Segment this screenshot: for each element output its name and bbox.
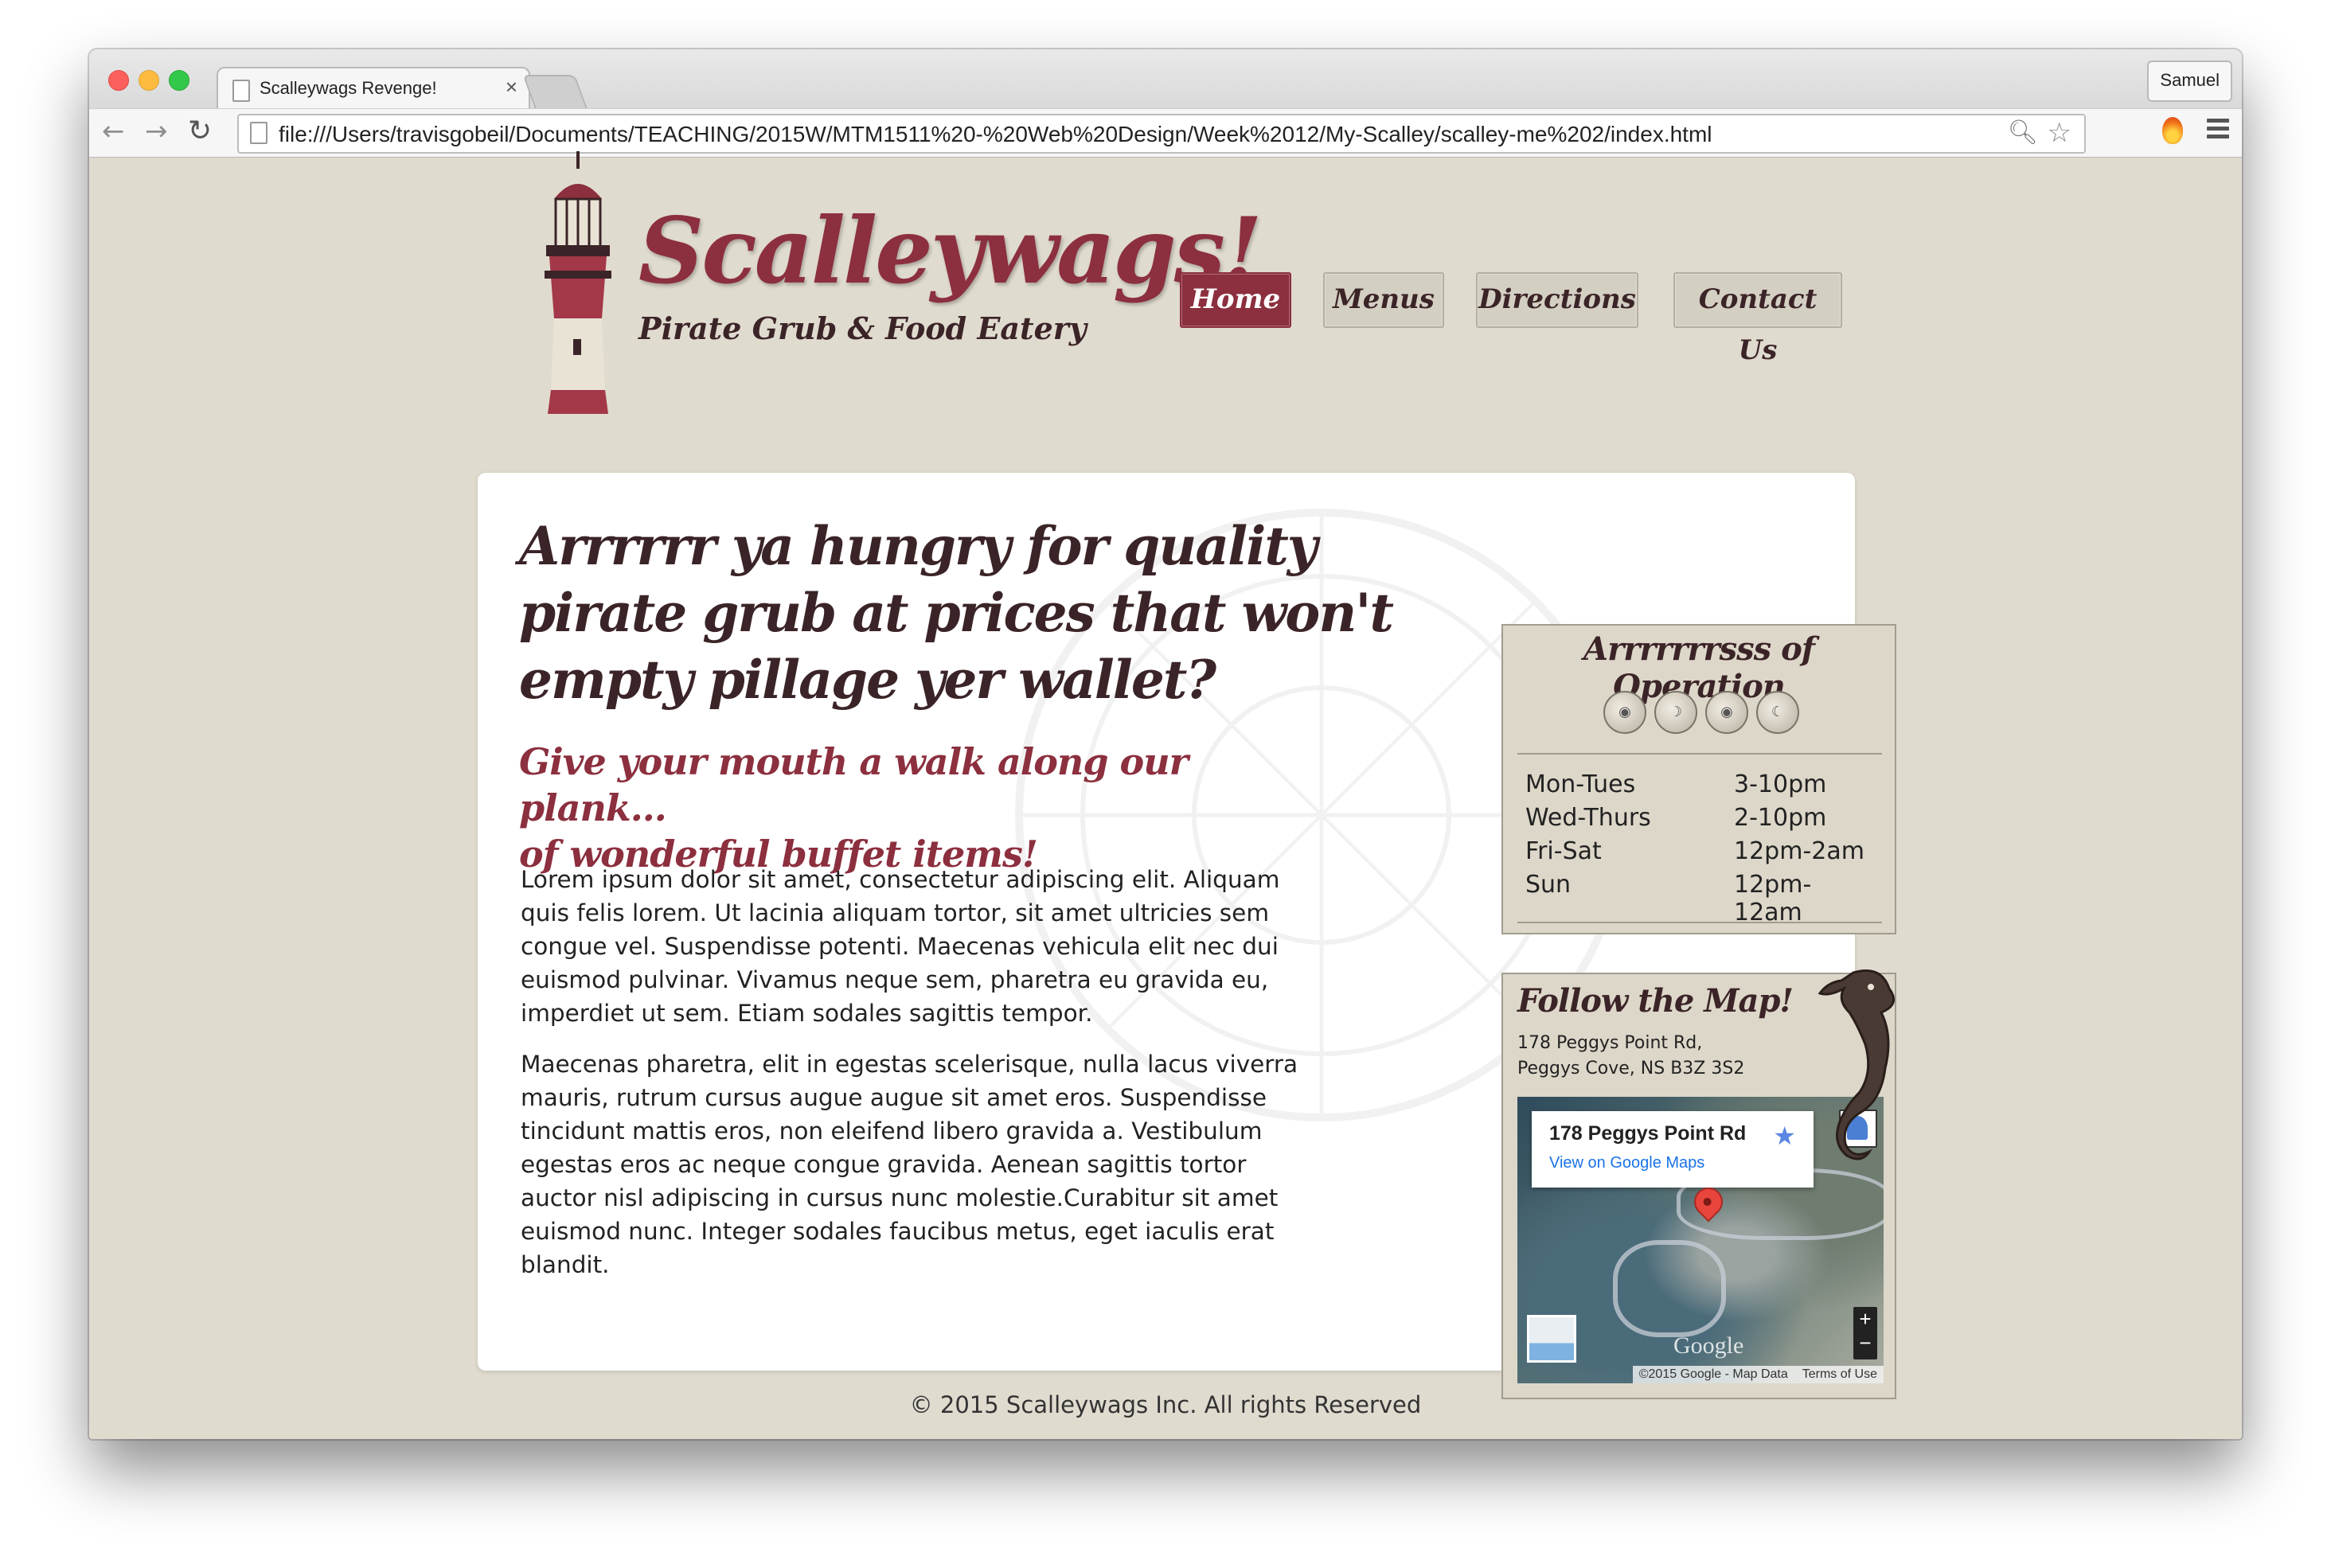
nav-home[interactable]: Home (1180, 272, 1291, 328)
page-headline: Arrrrrr ya hungry for quality pirate gru… (519, 515, 1394, 711)
map-info-window[interactable]: 178 Peggys Point Rd ★ View on Google Map… (1532, 1111, 1814, 1188)
zoom-control: + − (1853, 1307, 1877, 1359)
address-line: Peggys Cove, NS B3Z 3S2 (1517, 1059, 1745, 1078)
browser-toolbar: ← → ↻ file:///Users/travisgobeil/Documen… (89, 108, 2242, 158)
close-window-button[interactable] (108, 70, 129, 91)
map-road (1613, 1240, 1726, 1337)
profile-button[interactable]: Samuel (2147, 60, 2232, 102)
hours-day: Sun (1525, 871, 1572, 899)
tab-close-icon[interactable]: × (506, 75, 517, 99)
reload-icon[interactable]: ↻ (188, 114, 212, 149)
body-paragraph: Maecenas pharetra, elit in egestas scele… (521, 1051, 1298, 1278)
terms-of-use-link[interactable]: Terms of Use (1802, 1367, 1877, 1381)
address-bar[interactable]: file:///Users/travisgobeil/Documents/TEA… (237, 114, 2086, 154)
browser-window: Scalleywags Revenge! × Samuel ← → ↻ file… (89, 49, 2242, 1439)
browser-tab[interactable]: Scalleywags Revenge! × (217, 67, 530, 111)
new-tab-button[interactable] (522, 75, 588, 108)
save-star-icon[interactable]: ★ (1773, 1121, 1796, 1151)
full-moon-icon: ◉ (1603, 691, 1646, 734)
hours-time: 12pm-12am (1734, 871, 1812, 926)
address-line: 178 Peggys Point Rd, (1517, 1033, 1703, 1053)
zoom-out-button[interactable]: − (1853, 1331, 1877, 1355)
subheading-line-1: Give your mouth a walk along our plank..… (519, 740, 1189, 829)
full-moon-icon: ◉ (1705, 691, 1748, 734)
hours-time: 12pm-2am (1734, 837, 1864, 865)
star-icon[interactable]: ☆ (2048, 117, 2071, 149)
info-window-title: 178 Peggys Point Rd (1549, 1122, 1747, 1145)
page-icon (232, 80, 250, 102)
map-type-toggle[interactable] (1527, 1315, 1576, 1363)
map-title: Follow the Map! (1517, 982, 1794, 1020)
search-icon[interactable]: 🔍︎ (2008, 119, 2038, 146)
zoom-in-button[interactable]: + (1853, 1307, 1877, 1331)
url-text[interactable]: file:///Users/travisgobeil/Documents/TEA… (279, 122, 1712, 147)
brand-tagline: Pirate Grub & Food Eatery (638, 310, 1087, 346)
view-on-google-maps-link[interactable]: View on Google Maps (1549, 1154, 1704, 1172)
seahorse-illustration (1818, 969, 1896, 1160)
map-attribution: ©2015 Google - Map Data Terms of Use (1632, 1366, 1884, 1383)
brand-title[interactable]: Scalleywags! (638, 197, 1263, 304)
hours-day: Mon-Tues (1525, 770, 1636, 798)
tab-title: Scalleywags Revenge! (260, 78, 437, 98)
zoom-window-button[interactable] (169, 70, 189, 91)
menu-icon[interactable] (2207, 119, 2229, 139)
fire-extension-icon[interactable] (2162, 117, 2183, 144)
back-arrow-icon[interactable]: ← (102, 114, 125, 149)
hours-time: 2-10pm (1734, 804, 1827, 832)
moon-phase-icons: ◉ ☽ ◉ ☾ (1603, 691, 1810, 735)
crescent-moon-icon: ☽ (1654, 691, 1697, 734)
file-icon (250, 122, 267, 144)
forward-arrow-icon[interactable]: → (145, 114, 168, 149)
page-footer: © 2015 Scalleywags Inc. All rights Reser… (909, 1391, 1422, 1418)
page-subheading: Give your mouth a walk along our plank..… (519, 739, 1315, 877)
divider (1517, 922, 1882, 923)
web-page: Scalleywags! Pirate Grub & Food Eatery H… (89, 151, 2242, 1439)
lighthouse-logo (545, 151, 611, 414)
map-panel: Follow the Map! 178 Peggys Point Rd, Peg… (1501, 969, 1896, 1399)
nav-directions[interactable]: Directions (1476, 272, 1638, 328)
crescent-moon-icon: ☾ (1756, 691, 1799, 734)
hours-day: Fri-Sat (1525, 837, 1602, 865)
hours-panel: Arrrrrrrsss of Operation ◉ ☽ ◉ ☾ Mon-Tue… (1501, 624, 1896, 934)
hours-time: 3-10pm (1734, 770, 1827, 798)
minimize-window-button[interactable] (139, 70, 159, 91)
body-paragraph: Lorem ipsum dolor sit amet, consectetur … (521, 866, 1280, 1027)
google-logo: Google (1673, 1332, 1744, 1359)
divider (1517, 753, 1882, 755)
nav-menus[interactable]: Menus (1323, 272, 1444, 328)
hours-day: Wed-Thurs (1525, 804, 1651, 832)
tab-strip: Scalleywags Revenge! × Samuel (89, 49, 2242, 111)
nav-contact-us[interactable]: Contact Us (1673, 272, 1842, 366)
map-copyright: ©2015 Google - Map Data (1638, 1367, 1788, 1381)
